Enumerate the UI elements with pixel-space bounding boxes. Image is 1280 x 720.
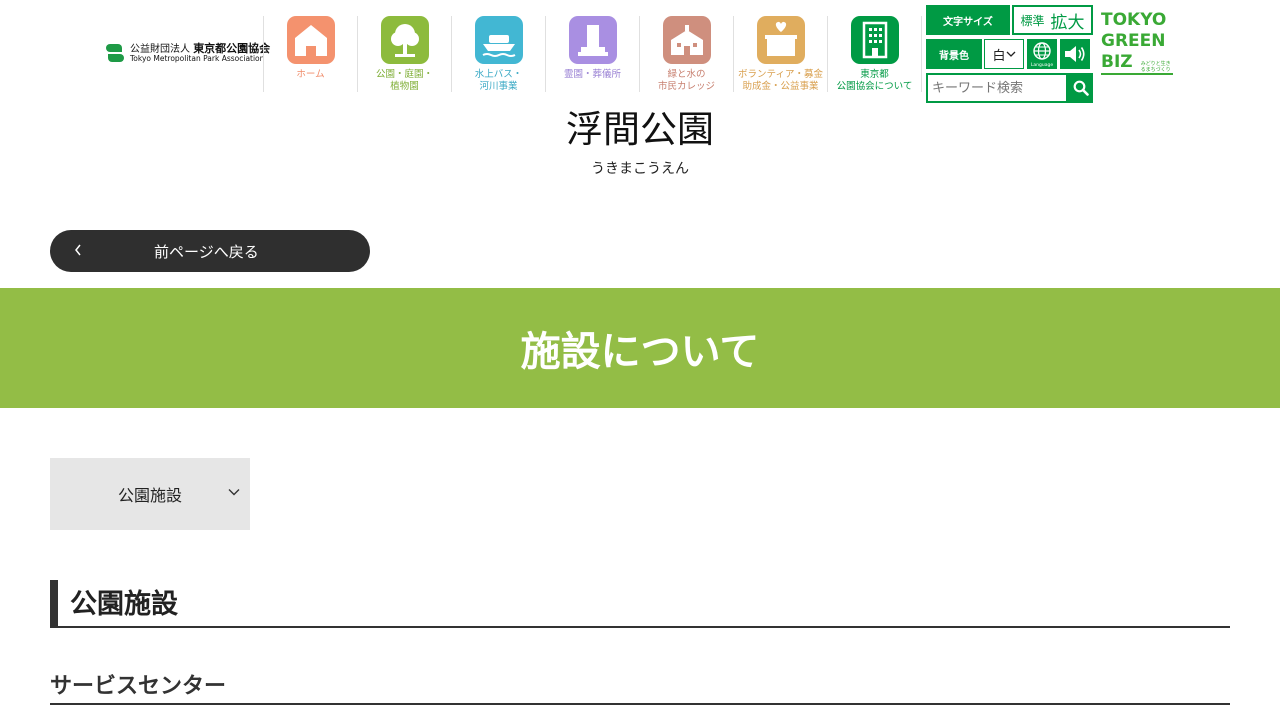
chevron-down-icon [228, 489, 240, 496]
search-icon [1073, 80, 1089, 96]
subsection-heading: サービスセンター [50, 668, 1230, 705]
nav-item-label: 緑と水の 市民カレッジ [657, 69, 715, 92]
green-biz-sub: みどりと生きるまちづくり [1140, 61, 1171, 73]
section-banner: 施設について [0, 288, 1280, 408]
nav-item-label: 水上バス・ 河川事業 [474, 69, 523, 92]
bg-color-select[interactable]: 白 [984, 39, 1024, 69]
nav-item-5[interactable]: ボランティア・募金 助成金・公益事業 [733, 16, 827, 92]
search-button[interactable] [1068, 73, 1093, 103]
nav-item-label: ホーム [296, 69, 325, 80]
chevron-down-icon [1006, 51, 1015, 57]
nav-item-3[interactable]: 霊園・葬儀所 [545, 16, 639, 92]
nav-item-1[interactable]: 公園・庭園・ 植物園 [357, 16, 451, 92]
green-biz-line1: TOKYO [1101, 10, 1167, 30]
language-label: Language [1031, 62, 1053, 68]
bg-color-value: 白 [992, 48, 1006, 64]
home-icon [286, 16, 335, 64]
site-search [926, 73, 1093, 103]
main-nav: ホーム 公園・庭園・ 植物園 水上バス・ 河川事業 霊園・葬儀所 緑と水の 市民カレッジ… [263, 16, 922, 92]
nav-item-0[interactable]: ホーム [263, 16, 357, 92]
nav-item-label: 公園・庭園・ 植物園 [375, 69, 433, 92]
speaker-icon [1065, 46, 1085, 62]
utility-tools: 文字サイズ 標準 拡大 背景色 白 Language [926, 5, 1093, 103]
grave-icon [568, 16, 617, 64]
page-title: 浮間公園 [566, 108, 714, 151]
logo-title: 東京都公園協会 [193, 41, 271, 55]
nav-item-4[interactable]: 緑と水の 市民カレッジ [639, 16, 733, 92]
font-size-toggle[interactable]: 標準 拡大 [1012, 5, 1093, 35]
site-header: 公益財団法人 東京都公園協会 Tokyo Metropolitan Park A… [0, 0, 1280, 110]
park-association-logo-icon [104, 42, 126, 64]
tree-icon [380, 16, 429, 64]
nav-item-2[interactable]: 水上バス・ 河川事業 [451, 16, 545, 92]
donation-box-icon [756, 16, 805, 64]
site-logo[interactable]: 公益財団法人 東京都公園協会 Tokyo Metropolitan Park A… [104, 42, 270, 64]
font-size-label: 文字サイズ [926, 5, 1010, 35]
heading-accent-bar [50, 580, 58, 626]
logo-subtitle: 公益財団法人 [130, 43, 190, 55]
banner-title: 施設について [520, 329, 760, 375]
building-icon [850, 16, 899, 64]
font-standard-option[interactable]: 標準 [1020, 12, 1044, 29]
back-button[interactable]: 前ページへ戻る [50, 230, 370, 272]
tokyo-green-biz-logo[interactable]: TOKYO GREEN BIZ みどりと生きるまちづくり [1101, 10, 1173, 100]
nav-item-label: ボランティア・募金 助成金・公益事業 [738, 69, 823, 92]
read-aloud-button[interactable] [1060, 39, 1090, 69]
subsection-heading-text: サービスセンター [50, 674, 227, 699]
language-button[interactable]: Language [1027, 39, 1057, 69]
page-title-kana: うきまこうえん [591, 161, 689, 177]
nav-item-label: 霊園・葬儀所 [563, 69, 621, 80]
green-biz-line3: BIZ [1101, 52, 1133, 72]
nav-item-label: 東京都 公園協会について [836, 69, 913, 92]
section-heading-text: 公園施設 [70, 589, 178, 620]
boat-icon [474, 16, 523, 64]
search-input[interactable] [926, 73, 1068, 103]
green-biz-line2: GREEN [1101, 31, 1166, 51]
font-large-option[interactable]: 拡大 [1051, 8, 1085, 33]
logo-english: Tokyo Metropolitan Park Association [130, 54, 265, 64]
section-heading: 公園施設 [50, 580, 1230, 628]
school-icon [662, 16, 711, 64]
back-button-label: 前ページへ戻る [154, 242, 259, 261]
nav-item-6[interactable]: 東京都 公園協会について [827, 16, 922, 92]
dropdown-value: 公園施設 [117, 486, 182, 505]
chevron-left-icon [58, 241, 98, 262]
globe-icon: Language [1031, 42, 1053, 68]
bg-color-label: 背景色 [926, 39, 982, 69]
category-dropdown[interactable]: 公園施設 [50, 458, 250, 530]
